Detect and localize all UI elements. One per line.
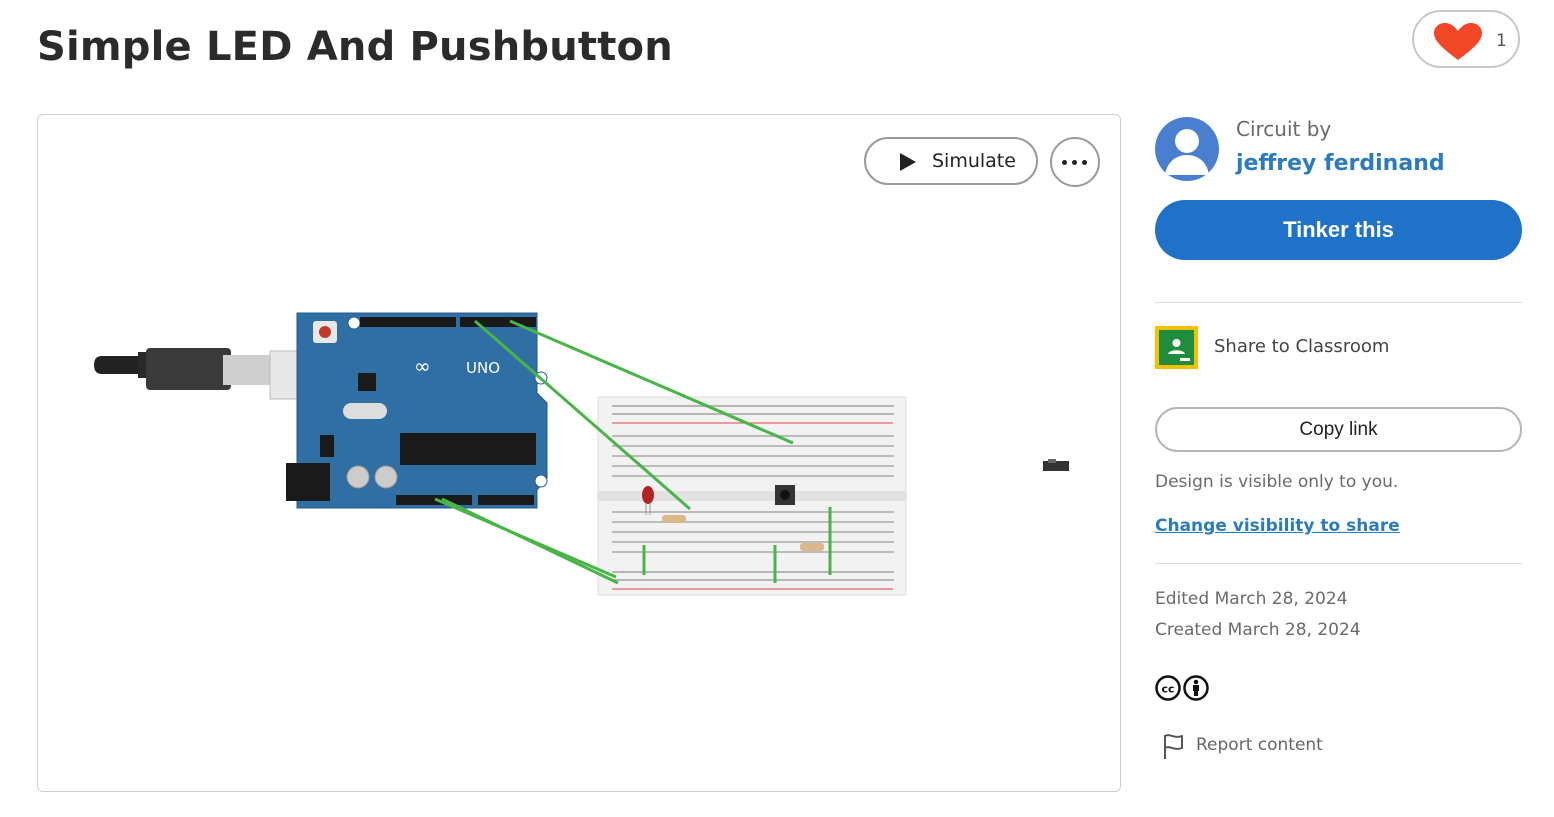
like-button[interactable]: 1 — [1412, 10, 1520, 68]
slide-switch — [1043, 459, 1069, 471]
license-icons[interactable]: cc — [1155, 675, 1211, 707]
usb-cable — [94, 348, 316, 400]
share-to-classroom-link[interactable]: Share to Classroom — [1214, 336, 1389, 357]
svg-text:UNO: UNO — [466, 359, 500, 377]
report-content-label: Report content — [1196, 735, 1323, 755]
attribution-icon — [1183, 675, 1209, 701]
avatar[interactable] — [1155, 117, 1219, 181]
edited-date: Edited March 28, 2024 — [1155, 589, 1348, 609]
divider — [1155, 302, 1522, 303]
flag-icon — [1164, 734, 1183, 759]
cc-icon: cc — [1155, 675, 1181, 701]
visibility-note: Design is visible only to you. — [1155, 472, 1399, 492]
simulate-label: Simulate — [932, 150, 1016, 172]
play-icon — [900, 153, 916, 171]
simulate-button[interactable]: Simulate — [864, 137, 1038, 185]
report-content-link[interactable]: Report content — [1160, 732, 1323, 760]
circuit-by-label: Circuit by — [1236, 117, 1332, 141]
svg-text:cc: cc — [1161, 683, 1174, 696]
arduino-uno-board: ∞ UNO — [286, 312, 548, 509]
svg-text:∞: ∞ — [414, 354, 431, 378]
like-count: 1 — [1496, 31, 1507, 51]
google-classroom-icon[interactable] — [1155, 326, 1198, 369]
page-title: Simple LED And Pushbutton — [37, 24, 673, 70]
circuit-diagram: ∞ UNO — [94, 312, 1069, 596]
more-options-button[interactable] — [1050, 137, 1100, 187]
circuit-viewer[interactable]: ∞ UNO Simulate — [37, 114, 1121, 792]
tinker-this-button[interactable]: Tinker this — [1155, 200, 1522, 260]
copy-link-button[interactable]: Copy link — [1155, 407, 1522, 452]
change-visibility-link[interactable]: Change visibility to share — [1155, 516, 1400, 536]
user-icon — [1165, 129, 1209, 175]
created-date: Created March 28, 2024 — [1155, 620, 1361, 640]
author-link[interactable]: jeffrey ferdinand — [1236, 151, 1445, 176]
divider — [1155, 563, 1522, 564]
heart-icon — [1434, 23, 1482, 60]
